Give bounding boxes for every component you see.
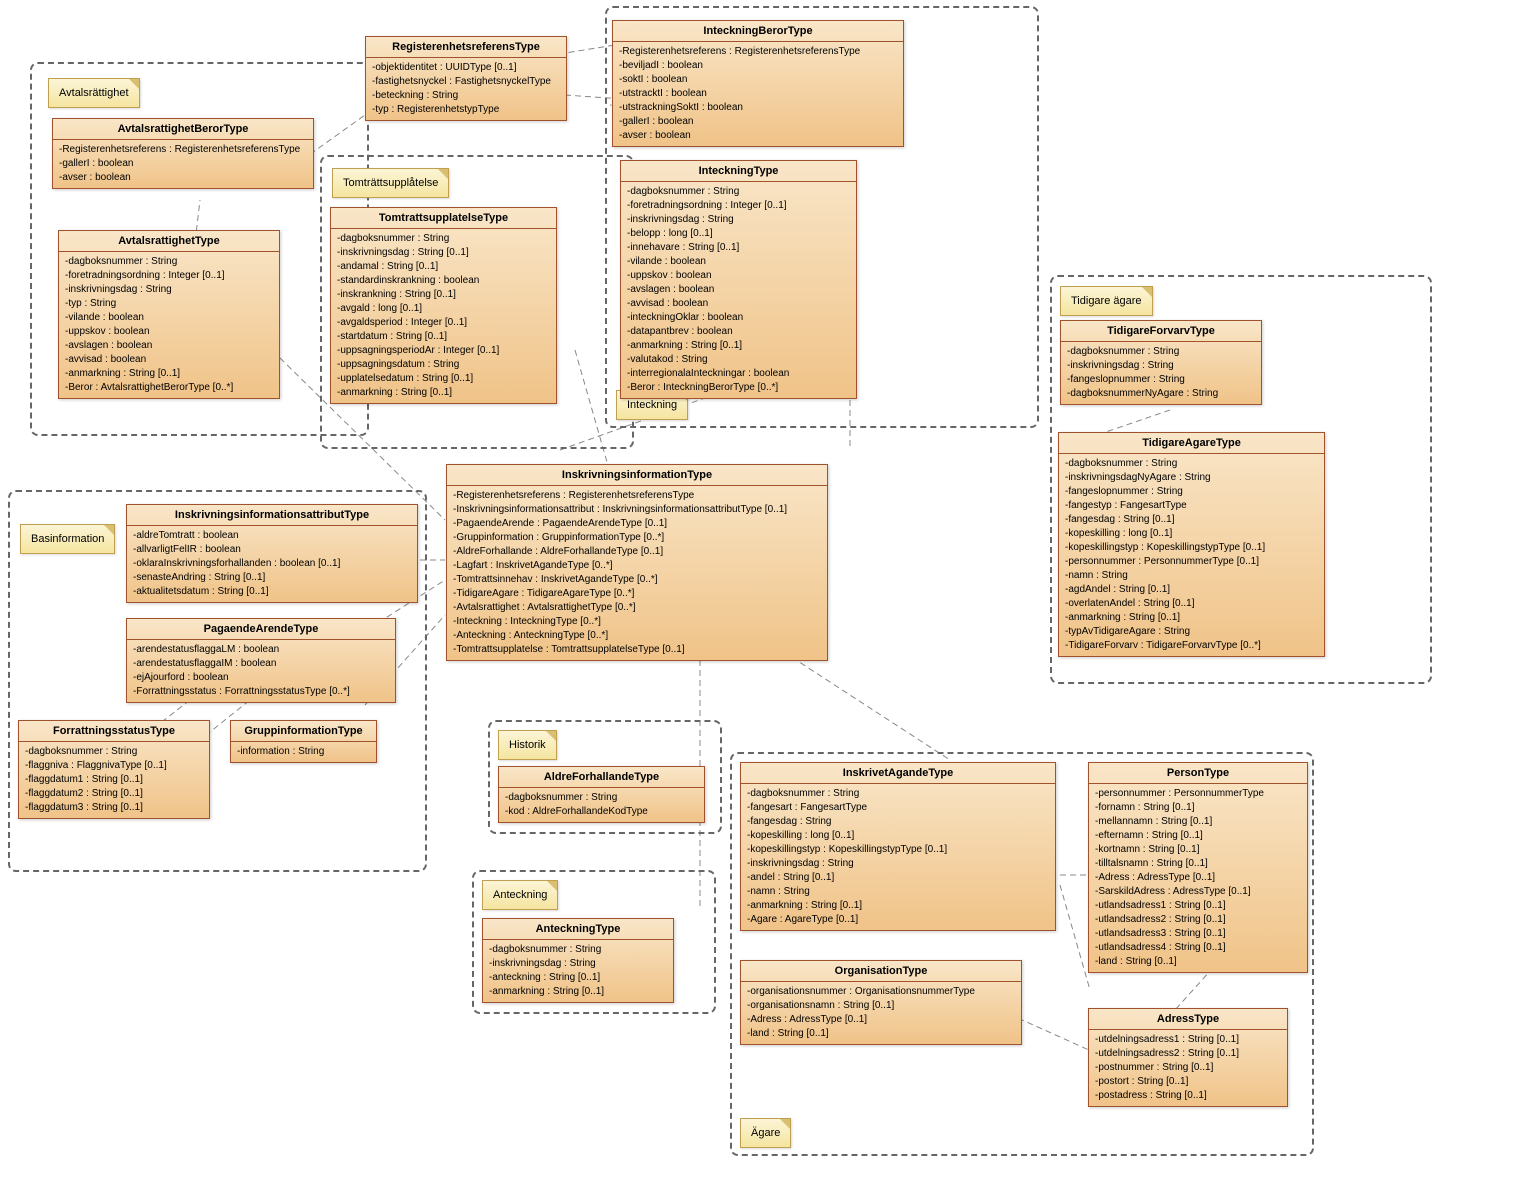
class-adress: AdressType -utdelningsadress1 : String [… <box>1088 1008 1288 1107</box>
class-registerenhetsref: RegisterenhetsreferensType -objektidenti… <box>365 36 567 121</box>
class-person: PersonType -personnummer : PersonnummerT… <box>1088 762 1308 973</box>
note-tomtratts: Tomträttsupplåtelse <box>332 168 449 198</box>
note-historik: Historik <box>498 730 557 760</box>
note-basinfo: Basinformation <box>20 524 115 554</box>
note-agare: Ägare <box>740 1118 791 1148</box>
class-tomtrattsupplatelse: TomtrattsupplatelseType -dagboksnummer :… <box>330 207 557 404</box>
note-avtalsrattighet: Avtalsrättighet <box>48 78 140 108</box>
class-inskrivningsinformation: InskrivningsinformationType -Registerenh… <box>446 464 828 661</box>
class-anteckning: AnteckningType -dagboksnummer : String-i… <box>482 918 674 1003</box>
class-tidigareforvarv: TidigareForvarvType -dagboksnummer : Str… <box>1060 320 1262 405</box>
class-avtalsrattighetberor: AvtalsrattighetBerorType -Registerenhets… <box>52 118 314 189</box>
class-inskrattribut: InskrivningsinformationsattributType -al… <box>126 504 418 603</box>
class-inteckningberor: InteckningBerorType -Registerenhetsrefer… <box>612 20 904 147</box>
class-tidigareagare: TidigareAgareType -dagboksnummer : Strin… <box>1058 432 1325 657</box>
class-inteckning: InteckningType -dagboksnummer : String-f… <box>620 160 857 399</box>
class-avtalsrattighet: AvtalsrattighetType -dagboksnummer : Str… <box>58 230 280 399</box>
class-forrattning: ForrattningsstatusType -dagboksnummer : … <box>18 720 210 819</box>
uml-diagram: Avtalsrättighet Tomträttsupplåtelse Inte… <box>0 0 1531 1203</box>
note-tidigare: Tidigare ägare <box>1060 286 1153 316</box>
class-inskrivetagande: InskrivetAgandeType -dagboksnummer : Str… <box>740 762 1056 931</box>
note-anteckning: Anteckning <box>482 880 558 910</box>
class-organisation: OrganisationType -organisationsnummer : … <box>740 960 1022 1045</box>
class-aldreforhallande: AldreForhallandeType -dagboksnummer : St… <box>498 766 705 823</box>
class-gruppinfo: GruppinformationType -information : Stri… <box>230 720 377 763</box>
class-pagaende: PagaendeArendeType -arendestatusflaggaLM… <box>126 618 396 703</box>
